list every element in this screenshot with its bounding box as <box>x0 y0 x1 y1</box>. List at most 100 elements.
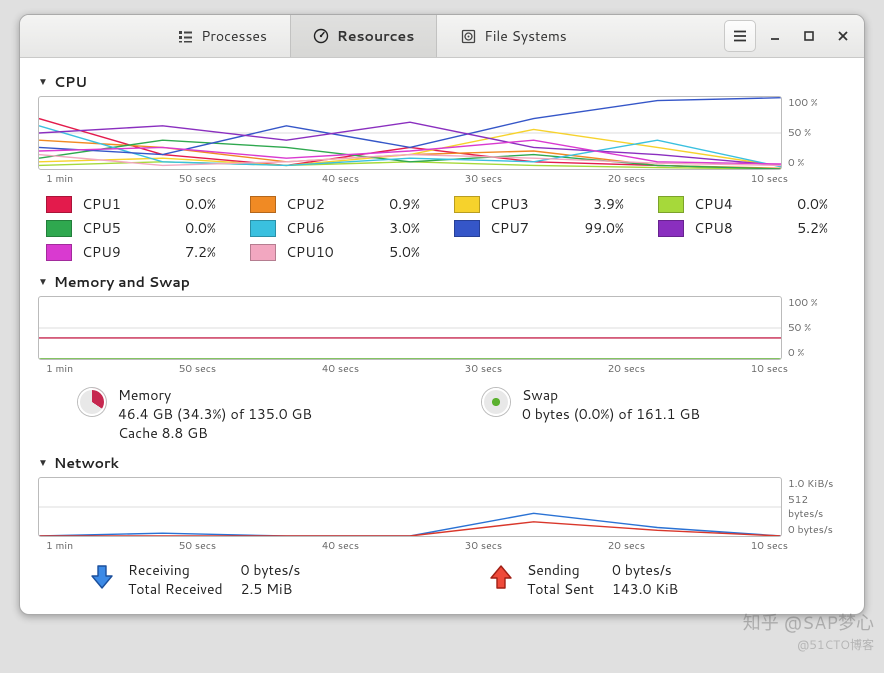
cpu-percent: 0.0% <box>144 194 226 214</box>
color-swatch <box>250 196 276 213</box>
cpu-history-chart <box>38 96 782 170</box>
swap-pie-icon <box>482 388 510 416</box>
memory-history-chart <box>38 296 782 360</box>
color-swatch <box>46 244 72 261</box>
cpu-name: CPU10 <box>286 242 338 262</box>
cpu-y-ticks: 100 % 50 % 0 % <box>782 96 846 170</box>
total-received: 2.5 MiB <box>241 580 301 599</box>
cpu-name: CPU8 <box>694 218 746 238</box>
disk-icon <box>460 28 476 44</box>
color-swatch <box>46 220 72 237</box>
view-tabstrip: Processes Resources File Systems <box>26 15 718 57</box>
cpu-percent: 7.2% <box>144 242 226 262</box>
memory-pie-icon <box>78 388 106 416</box>
minimize-button[interactable] <box>760 21 790 51</box>
color-swatch <box>658 220 684 237</box>
close-icon <box>837 30 849 42</box>
cpu-name: CPU6 <box>286 218 338 238</box>
swap-usage: 0 bytes (0.0%) of 161.1 GB <box>522 405 700 424</box>
memory-section-header[interactable]: ▼ Memory and Swap <box>38 272 846 292</box>
receiving-rate: 0 bytes/s <box>241 561 301 580</box>
maximize-button[interactable] <box>794 21 824 51</box>
cpu-legend-item[interactable]: CPU10 5.0% <box>250 242 430 262</box>
list-icon <box>177 28 193 44</box>
color-swatch <box>454 196 480 213</box>
total-sent: 143.0 KiB <box>612 580 678 599</box>
network-x-ticks: 1 min50 secs40 secs30 secs20 secs10 secs <box>38 537 846 553</box>
system-monitor-window: Processes Resources File Systems <box>19 14 865 615</box>
swap-label: Swap <box>522 386 700 405</box>
color-swatch <box>46 196 72 213</box>
total-received-label: Total Received <box>128 580 223 599</box>
disclosure-triangle-icon: ▼ <box>38 456 48 470</box>
cpu-name: CPU9 <box>82 242 134 262</box>
memory-x-ticks: 1 min50 secs40 secs30 secs20 secs10 secs <box>38 360 846 376</box>
upload-arrow-icon <box>487 563 515 591</box>
swap-summary: Swap 0 bytes (0.0%) of 161.1 GB <box>482 386 846 424</box>
tab-label: Resources <box>337 26 414 46</box>
sending-summary: Sending 0 bytes/s Total Sent 143.0 KiB <box>487 561 846 599</box>
tab-filesystems[interactable]: File Systems <box>437 15 589 57</box>
cpu-percent: 3.9% <box>552 194 634 214</box>
network-history-chart <box>38 477 782 537</box>
cpu-legend-item[interactable]: CPU5 0.0% <box>46 218 226 238</box>
close-button[interactable] <box>828 21 858 51</box>
cpu-legend: CPU1 0.0% CPU2 0.9% CPU3 3.9% CPU4 0.0% CPU5 0.0%… <box>38 186 846 264</box>
maximize-icon <box>803 30 815 42</box>
cpu-name: CPU5 <box>82 218 134 238</box>
cpu-legend-item[interactable]: CPU6 3.0% <box>250 218 430 238</box>
cpu-percent: 0.9% <box>348 194 430 214</box>
cpu-legend-item[interactable]: CPU1 0.0% <box>46 194 226 214</box>
cpu-x-ticks: 1 min50 secs40 secs30 secs20 secs10 secs <box>38 170 846 186</box>
disclosure-triangle-icon: ▼ <box>38 75 48 89</box>
memory-y-ticks: 100 % 50 % 0 % <box>782 296 846 360</box>
tab-processes[interactable]: Processes <box>154 15 290 57</box>
section-title: CPU <box>54 72 87 92</box>
cpu-section-header[interactable]: ▼ CPU <box>38 72 846 92</box>
cpu-legend-item[interactable]: CPU9 7.2% <box>46 242 226 262</box>
cpu-legend-item[interactable]: CPU3 3.9% <box>454 194 634 214</box>
memory-cache: Cache 8.8 GB <box>118 424 312 443</box>
gauge-icon <box>313 28 329 44</box>
cpu-legend-item[interactable]: CPU4 0.0% <box>658 194 838 214</box>
section-title: Memory and Swap <box>54 272 190 292</box>
disclosure-triangle-icon: ▼ <box>38 275 48 289</box>
network-section-header[interactable]: ▼ Network <box>38 453 846 473</box>
cpu-percent: 99.0% <box>552 218 634 238</box>
cpu-name: CPU4 <box>694 194 746 214</box>
color-swatch <box>250 244 276 261</box>
tab-label: File Systems <box>484 26 566 46</box>
cpu-legend-item[interactable]: CPU8 5.2% <box>658 218 838 238</box>
cpu-percent: 0.0% <box>756 194 838 214</box>
cpu-percent: 0.0% <box>144 218 226 238</box>
cpu-name: CPU3 <box>490 194 542 214</box>
network-y-ticks: 1.0 KiB/s 512 bytes/s 0 bytes/s <box>782 477 846 537</box>
cpu-name: CPU2 <box>286 194 338 214</box>
color-swatch <box>454 220 480 237</box>
memory-label: Memory <box>118 386 312 405</box>
cpu-percent: 5.2% <box>756 218 838 238</box>
memory-usage: 46.4 GB (34.3%) of 135.0 GB <box>118 405 312 424</box>
minimize-icon <box>769 30 781 42</box>
cpu-name: CPU1 <box>82 194 134 214</box>
download-arrow-icon <box>88 563 116 591</box>
total-sent-label: Total Sent <box>527 580 594 599</box>
memory-summary: Memory 46.4 GB (34.3%) of 135.0 GB Cache… <box>78 386 442 443</box>
color-swatch <box>658 196 684 213</box>
hamburger-menu-button[interactable] <box>724 20 756 52</box>
sending-rate: 0 bytes/s <box>612 561 678 580</box>
cpu-percent: 3.0% <box>348 218 430 238</box>
tab-resources[interactable]: Resources <box>290 15 437 57</box>
sending-label: Sending <box>527 561 594 580</box>
cpu-name: CPU7 <box>490 218 542 238</box>
headerbar: Processes Resources File Systems <box>20 15 864 58</box>
color-swatch <box>250 220 276 237</box>
cpu-legend-item[interactable]: CPU7 99.0% <box>454 218 634 238</box>
cpu-percent: 5.0% <box>348 242 430 262</box>
receiving-label: Receiving <box>128 561 223 580</box>
receiving-summary: Receiving 0 bytes/s Total Received 2.5 M… <box>88 561 447 599</box>
section-title: Network <box>54 453 119 473</box>
watermark-51cto: @51CTO博客 <box>797 636 874 653</box>
cpu-legend-item[interactable]: CPU2 0.9% <box>250 194 430 214</box>
tab-label: Processes <box>201 26 267 46</box>
